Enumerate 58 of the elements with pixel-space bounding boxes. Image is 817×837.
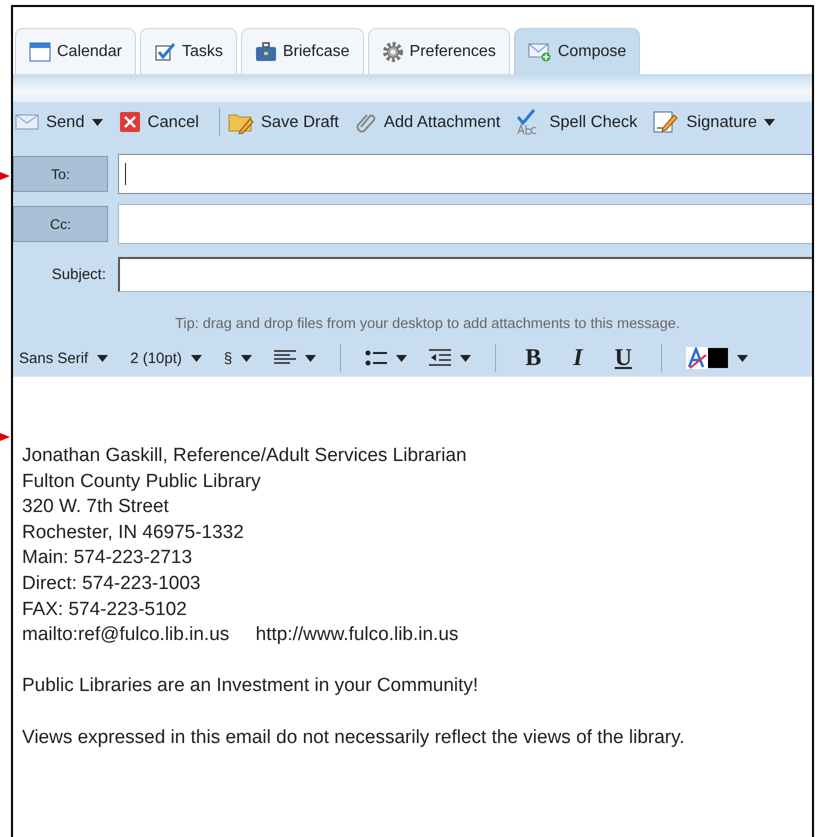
address-button[interactable]: Cc: xyxy=(13,206,108,242)
dropdown[interactable]: Sans Serif xyxy=(15,350,112,366)
tab[interactable]: Compose xyxy=(514,28,640,74)
format-button[interactable]: B xyxy=(516,344,550,372)
caret-icon xyxy=(190,354,202,362)
envelope-plus-icon xyxy=(528,42,552,62)
tab[interactable]: Briefcase xyxy=(240,28,364,74)
caret-icon xyxy=(460,354,472,362)
caret-icon xyxy=(241,354,252,362)
body-text: FAX: 574-223-5102 xyxy=(22,598,188,622)
body-text: Main: 574-223-2713 xyxy=(22,546,194,570)
gear-icon xyxy=(382,40,404,62)
document-pencil-icon xyxy=(653,110,680,134)
indent-icon xyxy=(429,349,452,367)
toolbar-button[interactable]: Send xyxy=(13,112,117,132)
address-button[interactable]: To: xyxy=(13,156,108,192)
caret-icon xyxy=(97,354,108,362)
input-field[interactable] xyxy=(118,154,812,194)
body-text: Jonathan Gaskill, Reference/Adult Services Librarian xyxy=(22,444,468,468)
body-text: Views expressed in this email do not necessarily reflect the views of the library. xyxy=(22,726,686,750)
arrow-icon xyxy=(0,171,10,181)
toolbar-button[interactable]: Signature xyxy=(651,110,790,134)
toolbar-button[interactable]: Add Attachment xyxy=(352,111,514,133)
bullet-list-icon xyxy=(365,349,388,367)
body-text: Rochester, IN 46975-1332 xyxy=(22,520,245,545)
arrow-icon xyxy=(0,432,10,442)
toolbar-button[interactable]: Save Draft xyxy=(226,110,353,134)
checkbox-icon xyxy=(154,42,176,62)
tab[interactable]: Tasks xyxy=(140,28,237,74)
body-text: 320 W. 7th Street xyxy=(22,495,170,520)
caret-icon xyxy=(92,118,103,126)
caret-icon xyxy=(305,354,316,362)
body-text: Fulton County Public Library xyxy=(22,470,262,494)
body-text: Public Libraries are an Investment in your Community! xyxy=(22,674,480,698)
envelope-icon xyxy=(15,113,39,131)
input-field[interactable] xyxy=(118,204,812,244)
caret-icon xyxy=(396,354,408,362)
close-icon xyxy=(118,111,141,133)
tab[interactable]: Calendar xyxy=(15,28,136,74)
align-left-icon xyxy=(274,350,296,366)
field-label: Subject: xyxy=(50,266,106,282)
calendar-icon xyxy=(29,42,51,62)
dropdown[interactable]: § xyxy=(220,350,256,366)
tab[interactable]: Preferences xyxy=(368,28,510,74)
body-text: mailto:ref@fulco.lib.in.us http://www.fulco.lib.in.us xyxy=(22,623,460,648)
dropdown[interactable]: 2 (10pt) xyxy=(126,350,206,366)
body-text: Direct: 574-223-1003 xyxy=(22,572,202,596)
briefcase-icon xyxy=(254,42,277,62)
text-color-icon xyxy=(686,347,708,369)
caret-icon xyxy=(764,118,776,126)
format-button[interactable]: U xyxy=(606,344,641,372)
toolbar-button[interactable]: Cancel xyxy=(116,111,213,133)
toolbar-button[interactable]: Spell Check xyxy=(514,109,652,135)
format-button[interactable]: I xyxy=(564,344,592,372)
input-field[interactable] xyxy=(118,256,812,292)
caret-icon xyxy=(736,354,748,362)
color-swatch xyxy=(708,348,728,368)
tip-text: Tip: drag and drop files from your desktop to add attachments to this message. xyxy=(174,315,681,334)
